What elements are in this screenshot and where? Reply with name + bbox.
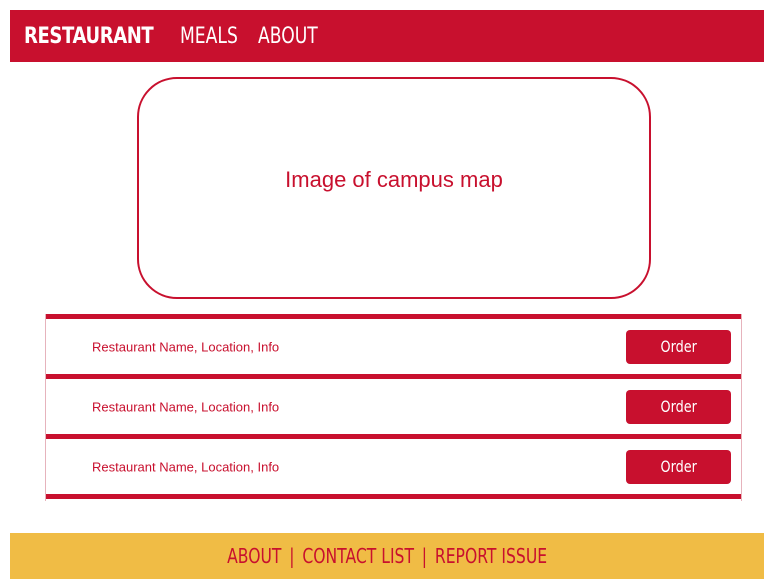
restaurant-row: Restaurant Name, Location, Info Order [46, 319, 741, 374]
campus-map-placeholder: Image of campus map [137, 77, 651, 299]
restaurant-info: Restaurant Name, Location, Info [92, 399, 280, 414]
campus-map-label: Image of campus map [285, 167, 503, 192]
restaurant-row: Restaurant Name, Location, Info Order [46, 439, 741, 494]
order-button-label: Order [660, 337, 697, 356]
footer-links: ABOUT | CONTACT LIST | REPORT ISSUE [227, 544, 547, 568]
nav-link-about[interactable]: ABOUT [258, 24, 318, 49]
footer-bar: ABOUT | CONTACT LIST | REPORT ISSUE [10, 533, 764, 579]
nav-link-meals[interactable]: MEALS [180, 24, 238, 49]
footer-link-contact-list[interactable]: CONTACT LIST [302, 544, 414, 568]
top-nav-bar: RESTAURANT MEALS ABOUT [10, 10, 764, 62]
footer-link-about[interactable]: ABOUT [227, 544, 281, 568]
row-divider [46, 494, 741, 499]
restaurant-row: Restaurant Name, Location, Info Order [46, 379, 741, 434]
footer-separator: | [289, 544, 295, 568]
order-button-label: Order [660, 397, 697, 416]
footer-link-report-issue[interactable]: REPORT ISSUE [435, 544, 547, 568]
nav-brand-restaurant[interactable]: RESTAURANT [24, 24, 154, 49]
order-button-label: Order [660, 457, 697, 476]
restaurant-list: Restaurant Name, Location, Info Order Re… [45, 314, 742, 501]
restaurant-info: Restaurant Name, Location, Info [92, 459, 280, 474]
order-button[interactable]: Order [626, 329, 731, 364]
footer-separator: | [421, 544, 427, 568]
order-button[interactable]: Order [626, 449, 731, 484]
restaurant-info: Restaurant Name, Location, Info [92, 339, 280, 354]
order-button[interactable]: Order [626, 389, 731, 424]
